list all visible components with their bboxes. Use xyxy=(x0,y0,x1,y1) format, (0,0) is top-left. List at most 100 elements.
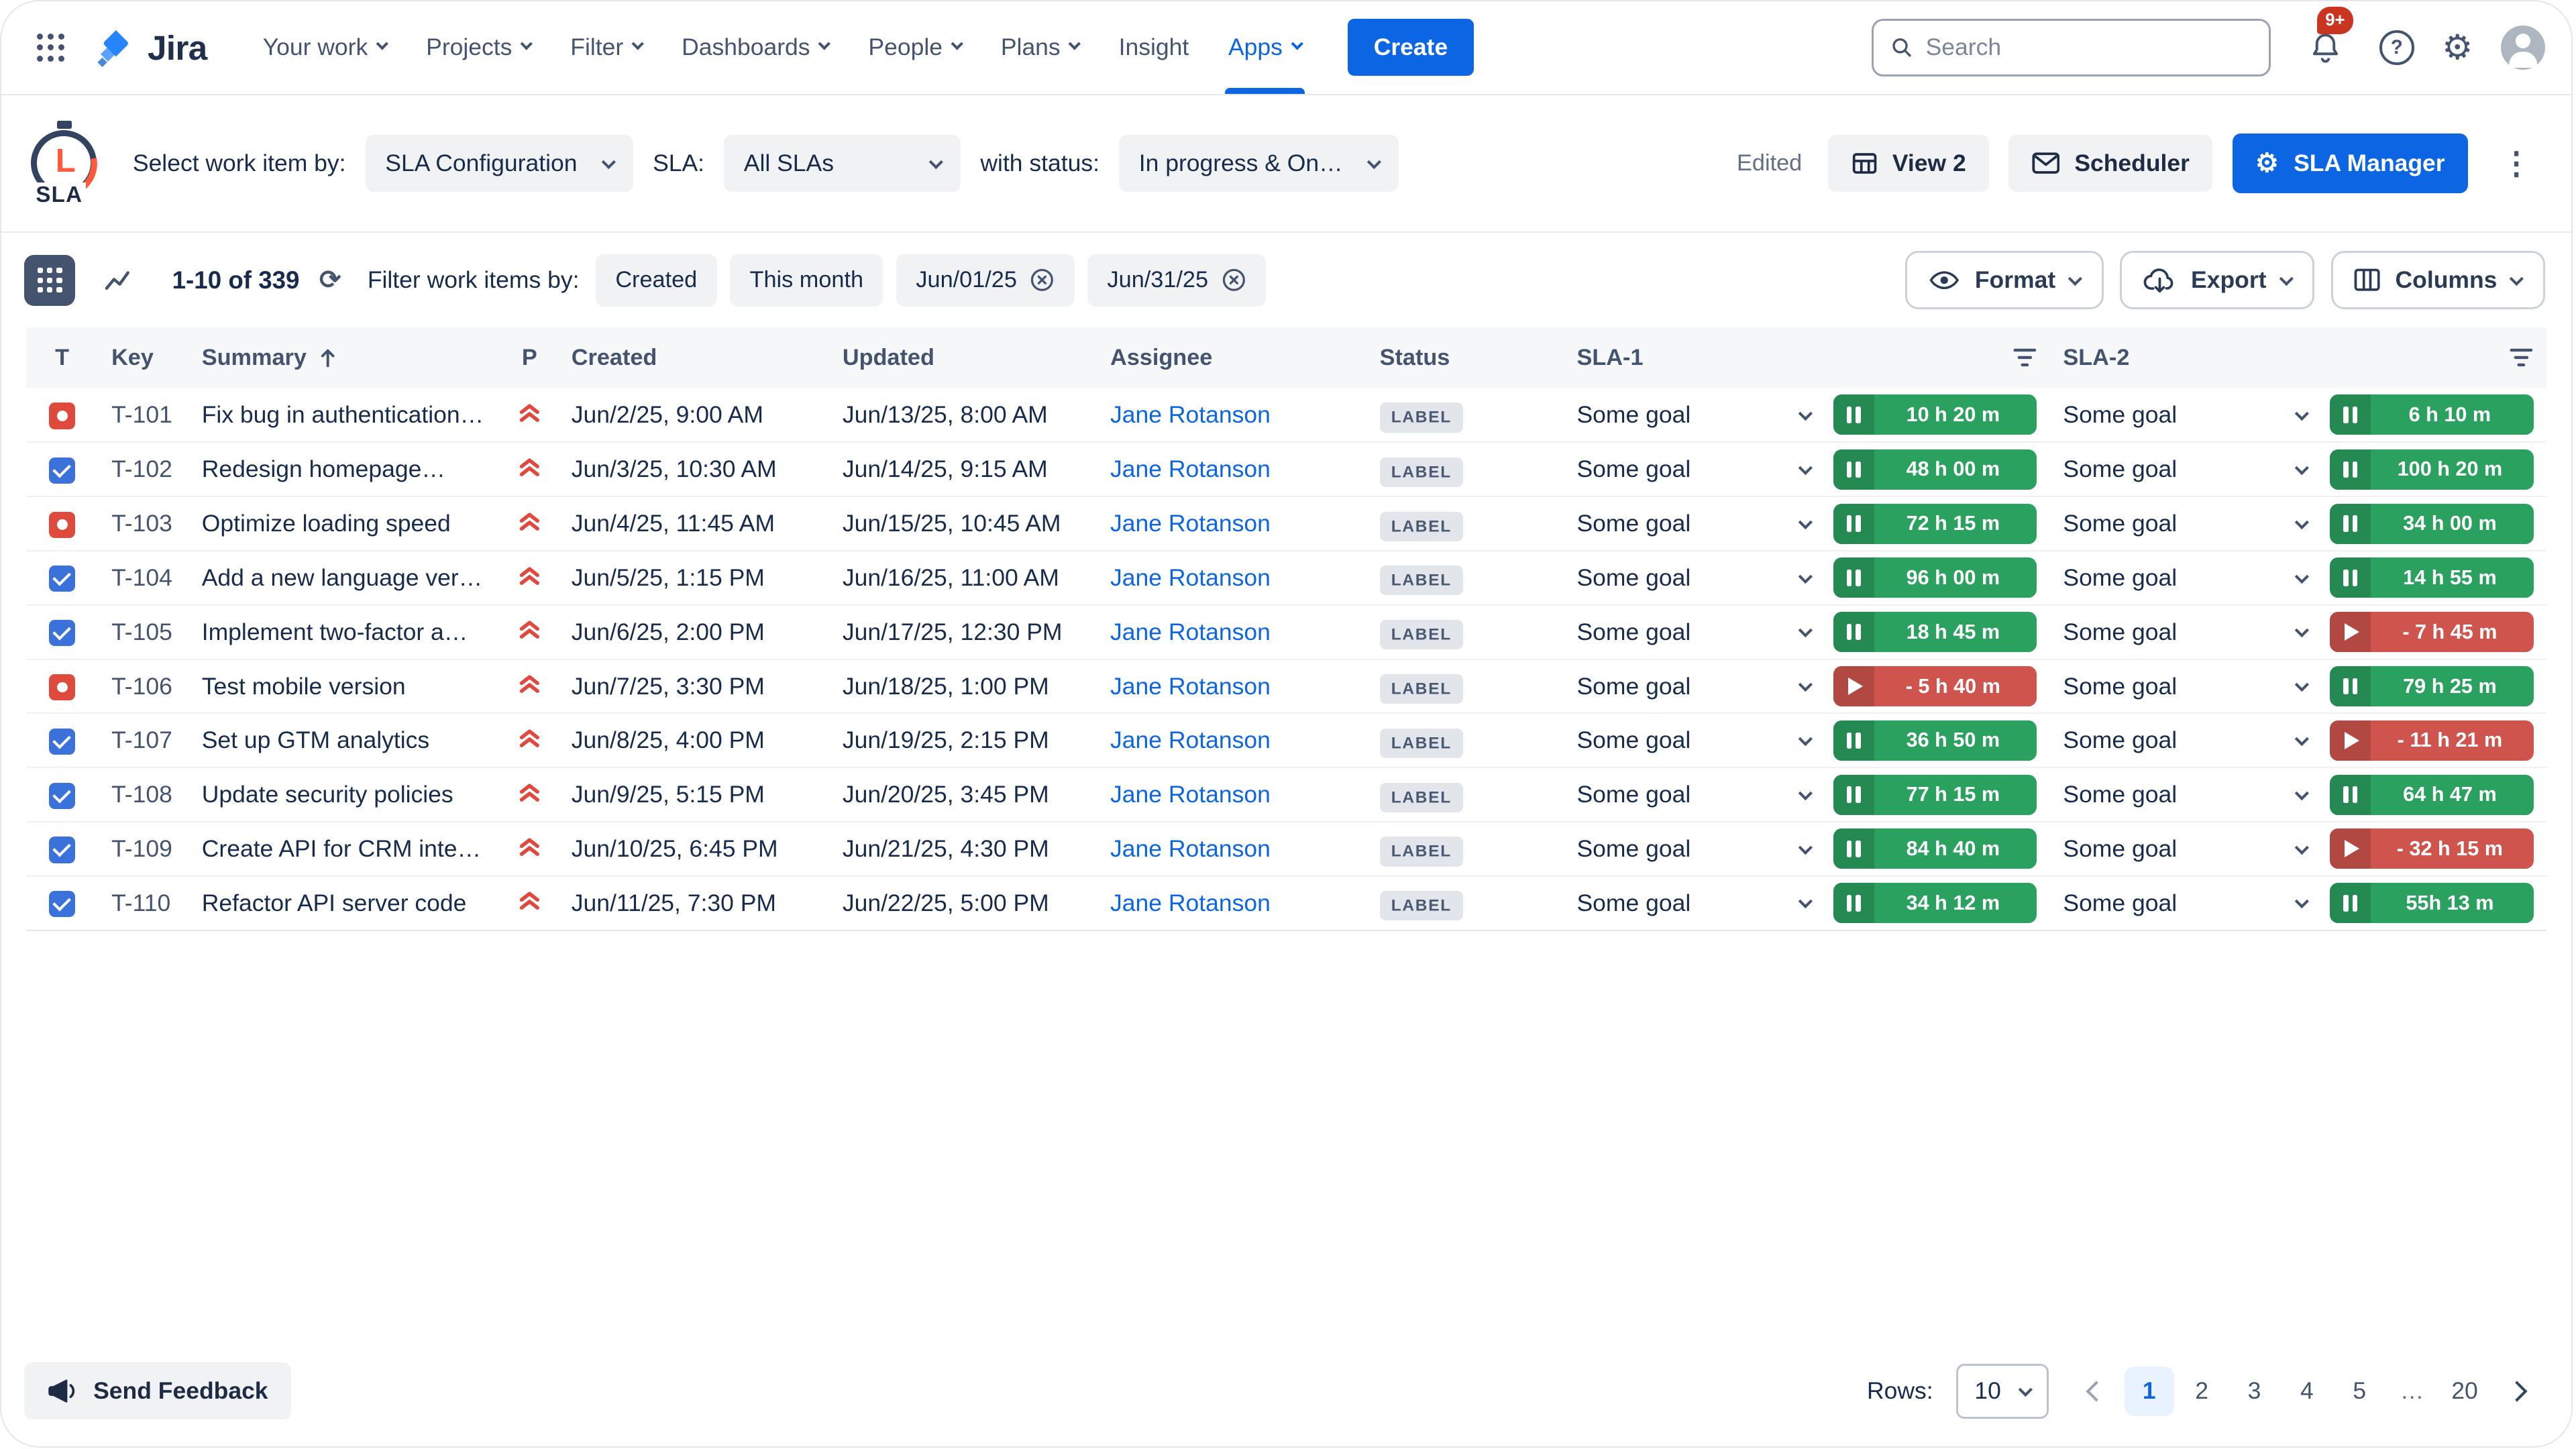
sla-manager-button[interactable]: SLA Manager xyxy=(2233,133,2468,193)
view-button[interactable]: View 2 xyxy=(1828,135,1989,192)
format-button[interactable]: Format xyxy=(1905,251,2103,309)
assignee-link[interactable]: Jane Rotanson xyxy=(1110,673,1271,700)
sla1-goal-select[interactable]: Some goal xyxy=(1577,781,1833,808)
sla1-goal-select[interactable]: Some goal xyxy=(1577,727,1833,754)
column-header-updated[interactable]: Updated xyxy=(829,327,1097,388)
remove-chip-icon[interactable] xyxy=(1222,268,1246,292)
issue-summary[interactable]: Fix bug in authentication… xyxy=(202,401,488,429)
issue-key[interactable]: T-110 xyxy=(111,890,170,916)
issue-key[interactable]: T-104 xyxy=(111,564,172,591)
sla2-goal-select[interactable]: Some goal xyxy=(2063,510,2330,537)
filter-chip[interactable]: Jun/31/25 xyxy=(1087,254,1266,307)
column-header-key[interactable]: Key xyxy=(98,327,189,388)
assignee-link[interactable]: Jane Rotanson xyxy=(1110,455,1271,482)
nav-item-insight[interactable]: Insight xyxy=(1099,1,1208,94)
nav-item-apps[interactable]: Apps xyxy=(1209,1,1322,94)
page-5[interactable]: 5 xyxy=(2335,1366,2384,1415)
jira-logo[interactable]: Jira xyxy=(93,26,207,69)
table-row[interactable]: T-103 Optimize loading speed Jun/4/25, 1… xyxy=(26,496,2547,551)
sla2-goal-select[interactable]: Some goal xyxy=(2063,890,2330,917)
sla2-goal-select[interactable]: Some goal xyxy=(2063,727,2330,754)
column-header-status[interactable]: Status xyxy=(1366,327,1564,388)
issue-key[interactable]: T-101 xyxy=(111,401,172,428)
assignee-link[interactable]: Jane Rotanson xyxy=(1110,727,1271,753)
issue-key[interactable]: T-106 xyxy=(111,673,172,700)
page-2[interactable]: 2 xyxy=(2177,1366,2226,1415)
refresh-icon[interactable] xyxy=(319,265,341,295)
sla2-goal-select[interactable]: Some goal xyxy=(2063,455,2330,483)
nav-item-plans[interactable]: Plans xyxy=(981,1,1099,94)
issue-key[interactable]: T-107 xyxy=(111,727,172,753)
table-row[interactable]: T-104 Add a new language ver… Jun/5/25, … xyxy=(26,551,2547,605)
work-item-by-select[interactable]: SLA Configuration xyxy=(366,135,633,192)
sla2-goal-select[interactable]: Some goal xyxy=(2063,401,2330,429)
sla1-goal-select[interactable]: Some goal xyxy=(1577,455,1833,483)
nav-item-people[interactable]: People xyxy=(849,1,981,94)
sla1-goal-select[interactable]: Some goal xyxy=(1577,673,1833,700)
sla2-goal-select[interactable]: Some goal xyxy=(2063,835,2330,863)
issue-key[interactable]: T-108 xyxy=(111,781,172,808)
filter-funnel-icon[interactable] xyxy=(2012,347,2037,368)
table-row[interactable]: T-109 Create API for CRM inte… Jun/10/25… xyxy=(26,822,2547,876)
status-select[interactable]: In progress & On… xyxy=(1119,135,1398,192)
column-header-summary[interactable]: Summary xyxy=(189,327,500,388)
filter-chip[interactable]: Jun/01/25 xyxy=(896,254,1075,307)
previous-page-button[interactable] xyxy=(2072,1366,2121,1415)
table-row[interactable]: T-110 Refactor API server code Jun/11/25… xyxy=(26,876,2547,930)
issue-key[interactable]: T-109 xyxy=(111,835,172,862)
sla1-goal-select[interactable]: Some goal xyxy=(1577,835,1833,863)
column-header-sla-1[interactable]: SLA-1 xyxy=(1564,327,2050,388)
filter-funnel-icon[interactable] xyxy=(2509,347,2534,368)
scheduler-button[interactable]: Scheduler xyxy=(2008,135,2212,192)
app-switcher-button[interactable] xyxy=(24,21,76,74)
help-icon[interactable] xyxy=(2379,30,2414,64)
settings-gear-icon[interactable] xyxy=(2442,27,2473,68)
issue-summary[interactable]: Create API for CRM inte… xyxy=(202,835,488,863)
notifications-button[interactable]: 9+ xyxy=(2299,21,2351,74)
nav-item-projects[interactable]: Projects xyxy=(407,1,551,94)
issue-key[interactable]: T-105 xyxy=(111,619,172,645)
filter-chip[interactable]: This month xyxy=(730,254,883,307)
table-row[interactable]: T-108 Update security policies Jun/9/25,… xyxy=(26,767,2547,822)
sla1-goal-select[interactable]: Some goal xyxy=(1577,510,1833,537)
issue-summary[interactable]: Redesign homepage… xyxy=(202,455,488,483)
table-row[interactable]: T-102 Redesign homepage… Jun/3/25, 10:30… xyxy=(26,442,2547,496)
column-header-created[interactable]: Created xyxy=(558,327,829,388)
sla2-goal-select[interactable]: Some goal xyxy=(2063,673,2330,700)
sla2-goal-select[interactable]: Some goal xyxy=(2063,564,2330,592)
issue-summary[interactable]: Implement two-factor a… xyxy=(202,619,488,646)
create-button[interactable]: Create xyxy=(1348,19,1474,76)
table-row[interactable]: T-101 Fix bug in authentication… Jun/2/2… xyxy=(26,388,2547,443)
table-row[interactable]: T-105 Implement two-factor a… Jun/6/25, … xyxy=(26,605,2547,659)
assignee-link[interactable]: Jane Rotanson xyxy=(1110,564,1271,591)
sla1-goal-select[interactable]: Some goal xyxy=(1577,564,1833,592)
nav-item-dashboards[interactable]: Dashboards xyxy=(662,1,849,94)
grid-view-toggle[interactable] xyxy=(24,255,75,306)
export-button[interactable]: Export xyxy=(2120,251,2314,309)
sla1-goal-select[interactable]: Some goal xyxy=(1577,890,1833,917)
next-page-button[interactable] xyxy=(2493,1366,2542,1415)
issue-summary[interactable]: Refactor API server code xyxy=(202,890,488,917)
send-feedback-button[interactable]: Send Feedback xyxy=(24,1362,291,1419)
issue-summary[interactable]: Add a new language ver… xyxy=(202,564,488,592)
filter-chip[interactable]: Created xyxy=(596,254,717,307)
issue-summary[interactable]: Test mobile version xyxy=(202,673,488,700)
assignee-link[interactable]: Jane Rotanson xyxy=(1110,619,1271,645)
sla1-goal-select[interactable]: Some goal xyxy=(1577,401,1833,429)
issue-key[interactable]: T-103 xyxy=(111,510,172,537)
nav-item-filter[interactable]: Filter xyxy=(551,1,662,94)
issue-summary[interactable]: Optimize loading speed xyxy=(202,510,488,537)
rows-per-page-select[interactable]: 10 xyxy=(1956,1364,2049,1418)
column-header-p[interactable]: P xyxy=(500,327,558,388)
profile-avatar[interactable] xyxy=(2501,25,2545,70)
sla1-goal-select[interactable]: Some goal xyxy=(1577,619,1833,646)
issue-summary[interactable]: Set up GTM analytics xyxy=(202,727,488,754)
column-header-sla-2[interactable]: SLA-2 xyxy=(2050,327,2547,388)
table-row[interactable]: T-107 Set up GTM analytics Jun/8/25, 4:0… xyxy=(26,713,2547,767)
table-row[interactable]: T-106 Test mobile version Jun/7/25, 3:30… xyxy=(26,659,2547,714)
assignee-link[interactable]: Jane Rotanson xyxy=(1110,890,1271,916)
chart-view-toggle[interactable] xyxy=(92,255,143,306)
assignee-link[interactable]: Jane Rotanson xyxy=(1110,510,1271,537)
issue-key[interactable]: T-102 xyxy=(111,455,172,482)
page-20[interactable]: 20 xyxy=(2440,1366,2489,1415)
